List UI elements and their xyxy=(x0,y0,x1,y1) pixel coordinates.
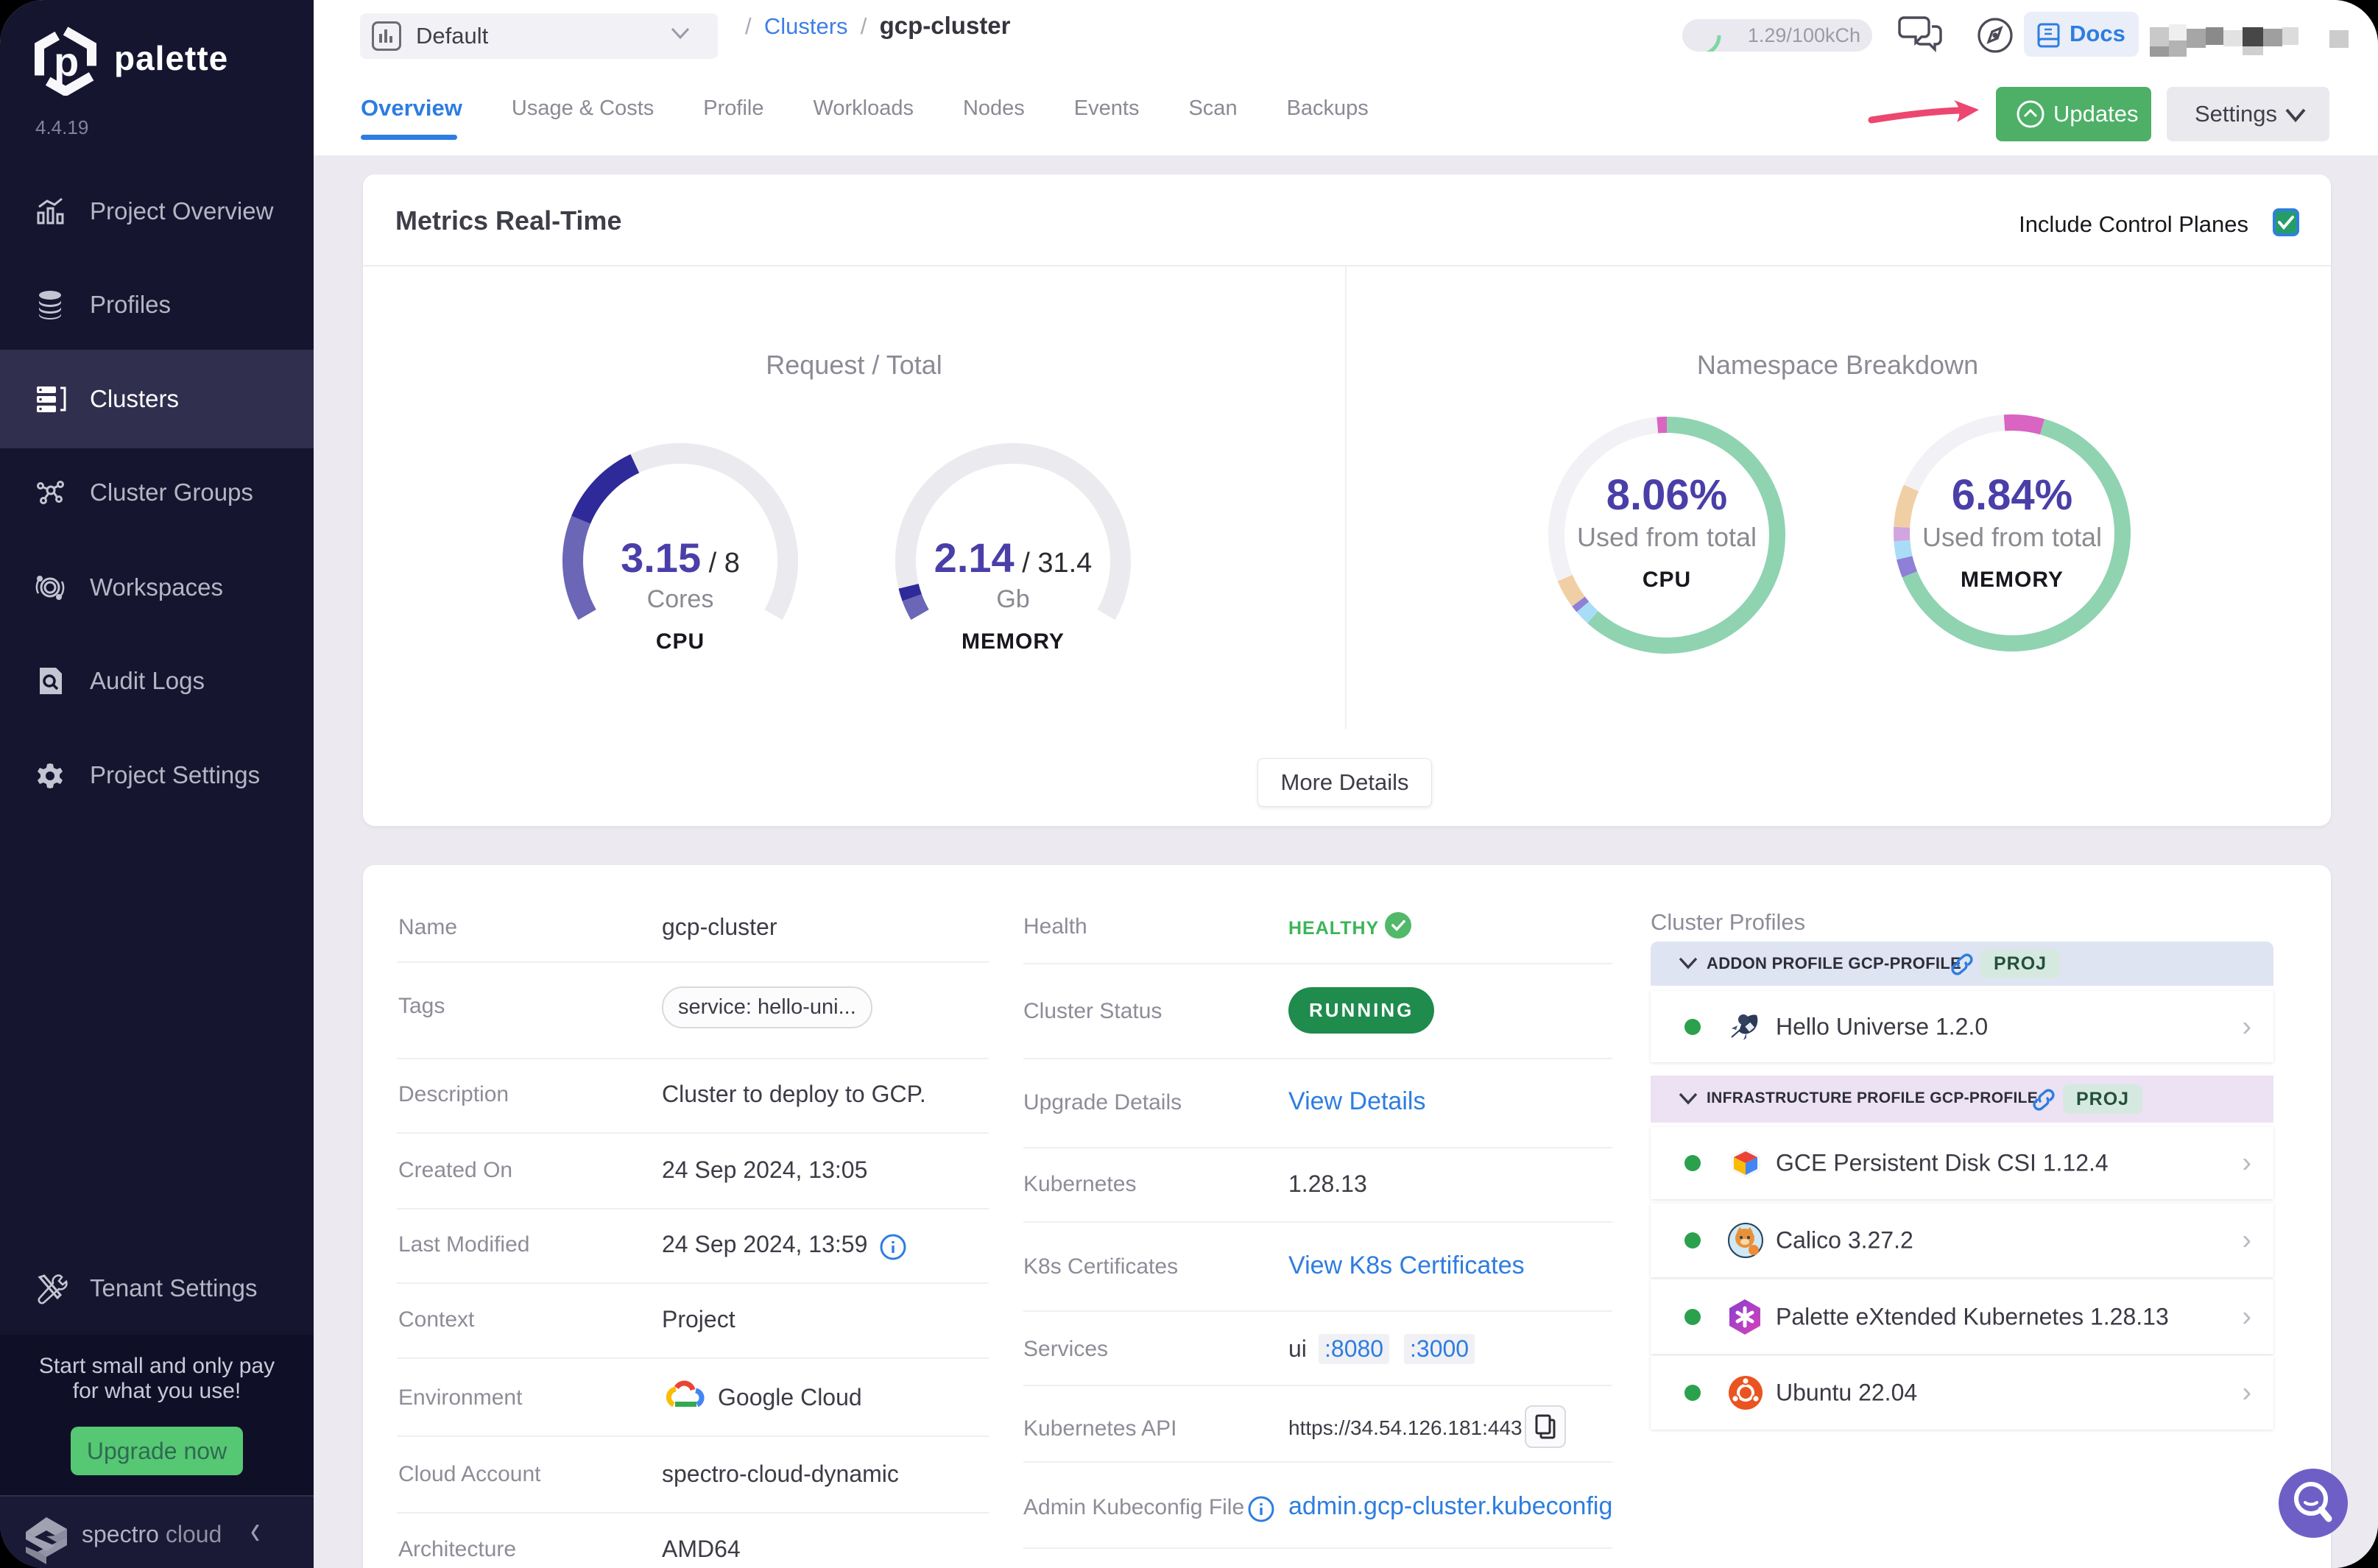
svg-text:p: p xyxy=(54,38,79,85)
